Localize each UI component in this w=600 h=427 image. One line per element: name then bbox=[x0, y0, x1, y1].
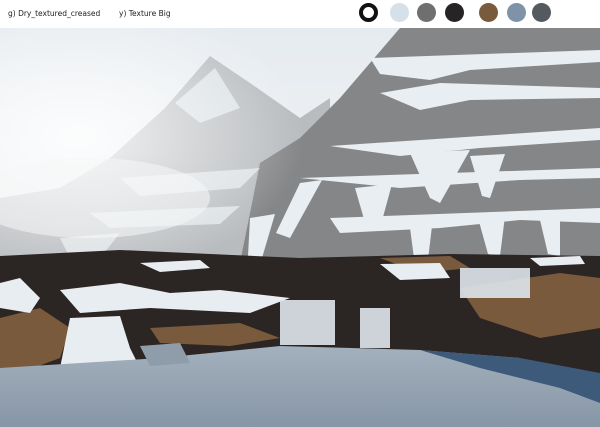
toolbar: g) Dry_textured_creased y) Texture Big bbox=[0, 0, 600, 28]
painting-app-canvas: g) Dry_textured_creased y) Texture Big bbox=[0, 0, 600, 427]
swatch-earth-brown[interactable] bbox=[479, 3, 498, 22]
swatch-selected[interactable] bbox=[359, 3, 378, 22]
brush-label-secondary[interactable]: y) Texture Big bbox=[119, 9, 171, 18]
swatch-slate-blue[interactable] bbox=[507, 3, 526, 22]
swatch-pale-ice[interactable] bbox=[390, 3, 409, 22]
swatch-rock-grey[interactable] bbox=[417, 3, 436, 22]
swatch-charcoal[interactable] bbox=[445, 3, 464, 22]
mountain-landscape-painting bbox=[0, 28, 600, 427]
swatch-storm-grey[interactable] bbox=[532, 3, 551, 22]
brush-label-primary[interactable]: g) Dry_textured_creased bbox=[8, 9, 100, 18]
